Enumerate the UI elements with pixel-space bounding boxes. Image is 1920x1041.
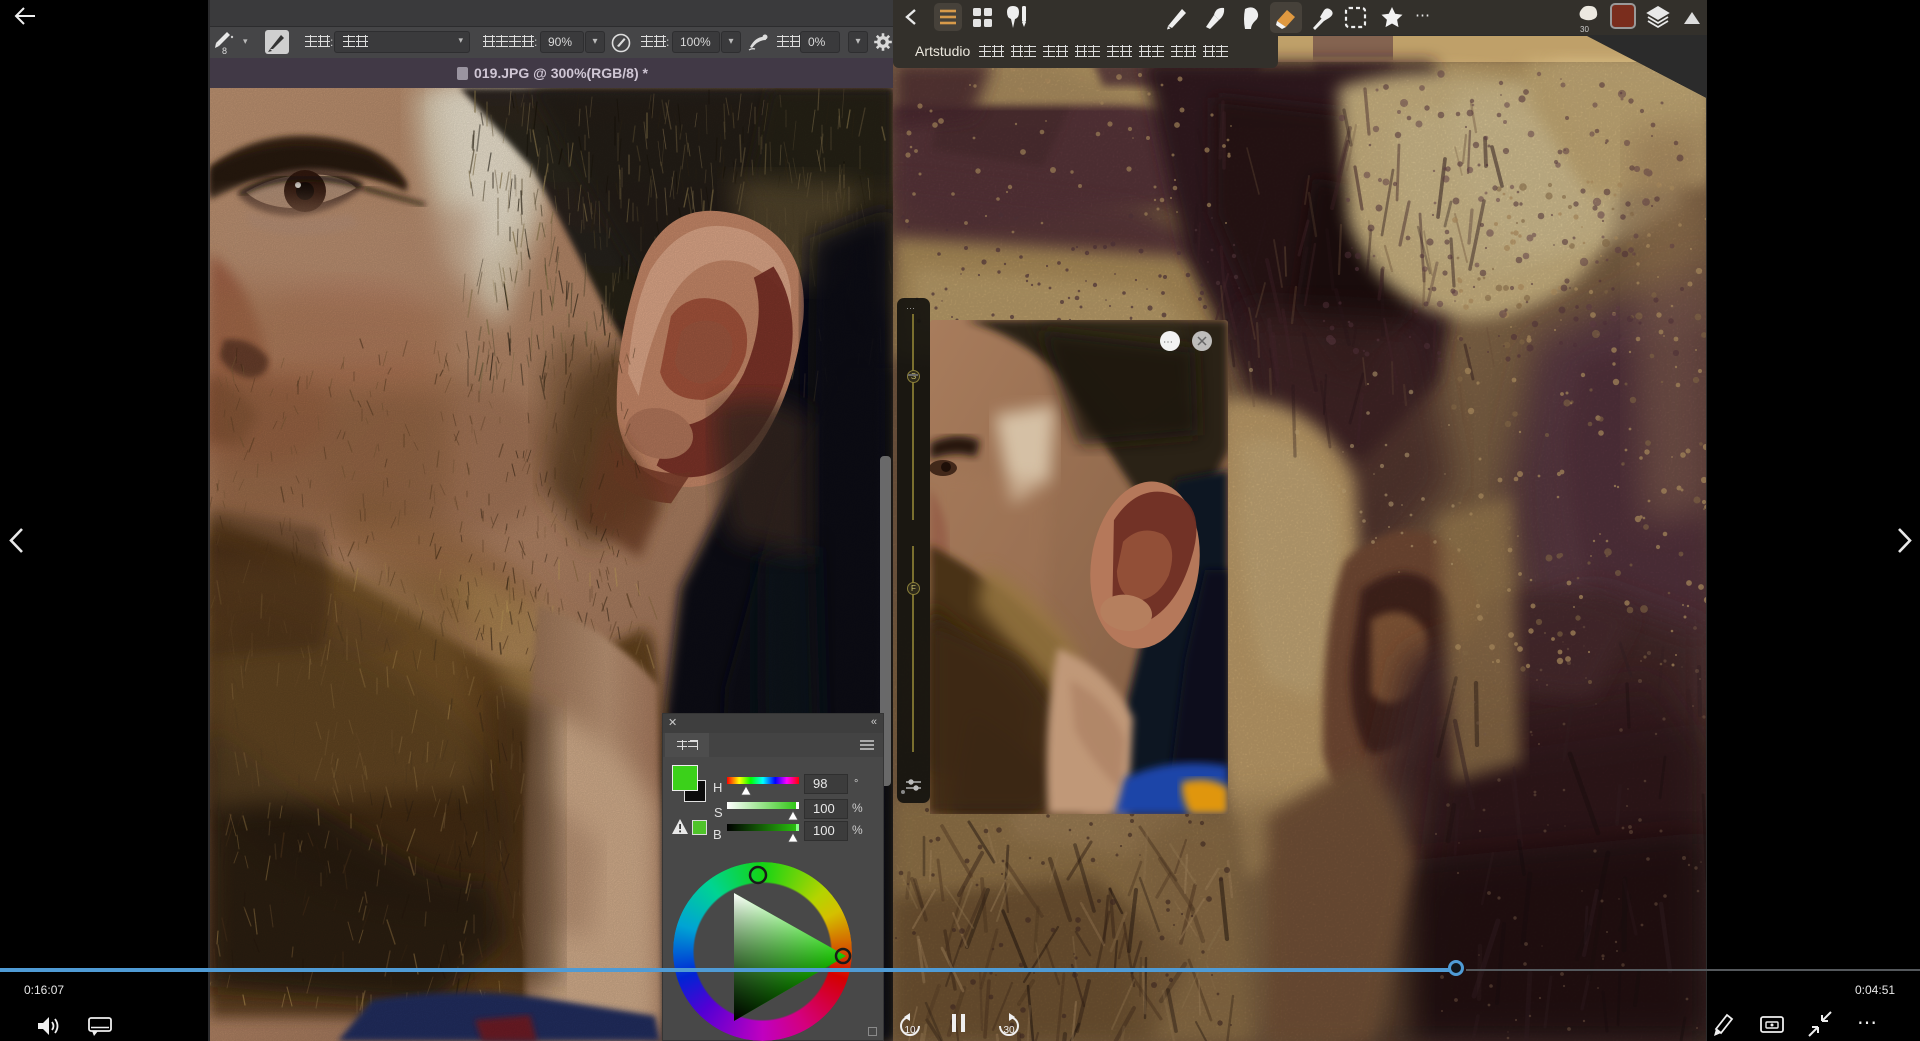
svg-text:10: 10 xyxy=(904,1025,916,1036)
svg-text:8: 8 xyxy=(222,46,227,55)
svg-text:30: 30 xyxy=(1003,1025,1015,1036)
svg-text:⋯: ⋯ xyxy=(1163,337,1173,348)
